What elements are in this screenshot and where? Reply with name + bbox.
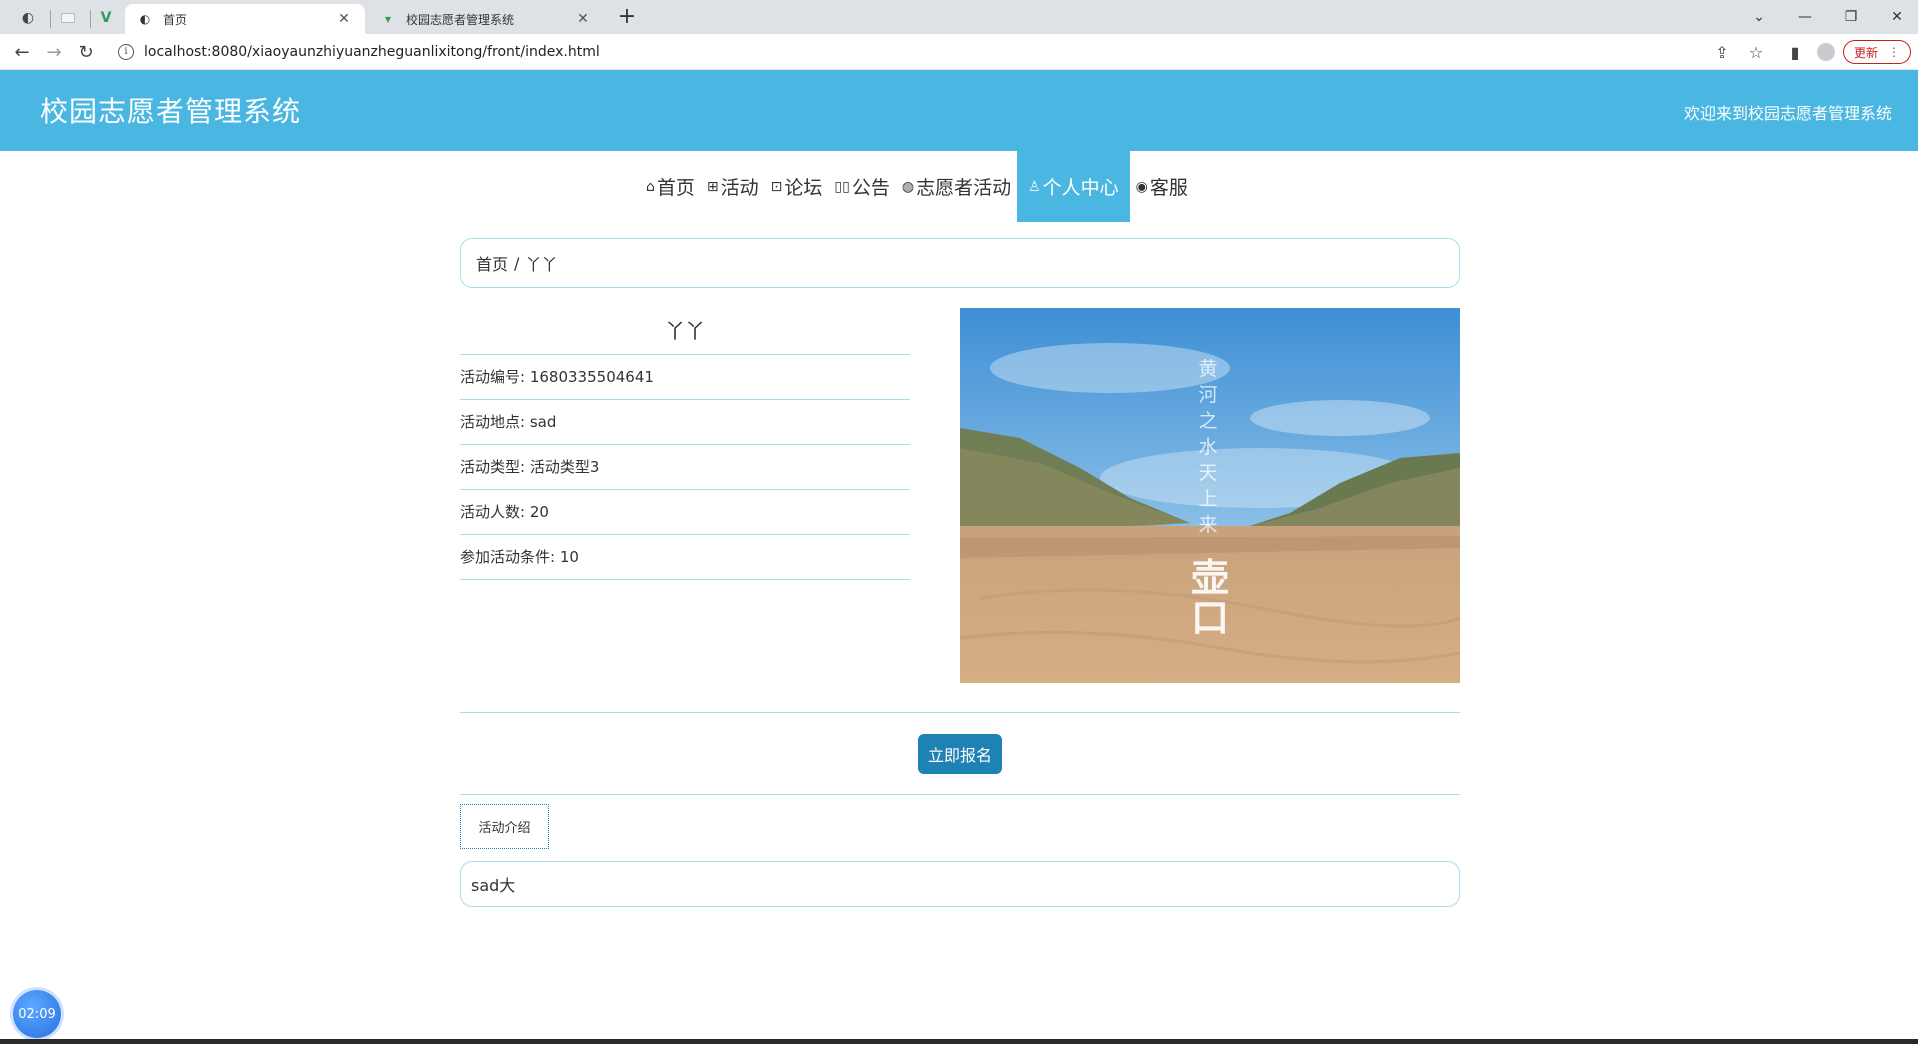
info-row-location: 活动地点: sad <box>460 400 910 445</box>
info-label: 参加活动条件 <box>460 548 551 566</box>
info-row-id: 活动编号: 1680335504641 <box>460 355 910 400</box>
nav-label: 首页 <box>656 177 695 199</box>
pinned-tab-globe-icon[interactable]: ◐ <box>10 5 46 31</box>
activity-info: 丫丫 活动编号: 1680335504641 活动地点: sad 活动类型: 活… <box>460 308 910 580</box>
share-icon[interactable]: ⇪ <box>1710 41 1734 63</box>
main-nav: ⌂ 首页 ⊞ 活动 ⊡ 论坛 ▯▯ 公告 ◍ 志愿者活动 ♙ 个人中心 ◉ 客服 <box>640 151 1194 222</box>
nav-label: 个人中心 <box>1042 177 1119 199</box>
breadcrumb: 首页 / 丫丫 <box>460 238 1460 288</box>
tab-title: 校园志愿者管理系统 <box>406 12 515 27</box>
forward-button[interactable]: → <box>40 39 68 65</box>
info-value: 10 <box>559 548 579 566</box>
activity-name: 丫丫 <box>460 308 910 355</box>
pinned-tab-vue-icon[interactable]: V <box>88 5 124 31</box>
nav-label: 论坛 <box>784 177 823 199</box>
nav-item-activity[interactable]: ⊞ 活动 <box>701 151 765 222</box>
vue-icon: ▾ <box>384 12 392 26</box>
nav-item-notice[interactable]: ▯▯ 公告 <box>828 151 895 222</box>
site-title: 校园志愿者管理系统 <box>40 95 302 128</box>
activity-intro-content: sad大 <box>460 861 1460 907</box>
bookmark-star-icon[interactable]: ☆ <box>1744 41 1768 63</box>
user-icon: ♙ <box>1028 178 1041 195</box>
bottom-bar <box>0 1039 1918 1044</box>
address-bar[interactable]: i localhost:8080/xiaoyaunzhiyuanzheguanl… <box>108 38 1774 66</box>
nav-item-volunteer-activity[interactable]: ◍ 志愿者活动 <box>896 151 1017 222</box>
welcome-text: 欢迎来到校园志愿者管理系统 <box>1683 104 1892 123</box>
close-icon[interactable]: ✕ <box>335 10 353 28</box>
pinned-tab-blank-icon[interactable] <box>50 5 86 31</box>
tab-title: 首页 <box>163 12 188 27</box>
timer-badge[interactable]: 02:09 <box>13 990 61 1038</box>
divider <box>460 794 1460 795</box>
side-panel-icon[interactable]: ▮ <box>1783 41 1807 63</box>
minimize-button[interactable]: — <box>1782 4 1828 30</box>
info-value: 活动类型3 <box>529 458 600 476</box>
info-label: 活动地点 <box>460 413 521 431</box>
notice-icon: ▯▯ <box>834 178 850 195</box>
tab-activity-intro[interactable]: 活动介绍 <box>460 804 549 849</box>
vertical-poem-text: 黄河之水天上来 <box>1198 358 1218 536</box>
info-row-condition: 参加活动条件: 10 <box>460 535 910 580</box>
restore-button[interactable]: ❐ <box>1828 4 1874 30</box>
tab-home[interactable]: ◐ 首页 ✕ <box>125 4 365 34</box>
grid-icon: ⊡ <box>770 178 783 195</box>
info-icon[interactable]: i <box>118 44 134 60</box>
palette-icon: ◍ <box>901 178 915 195</box>
tab-search-icon[interactable]: ⌄ <box>1736 4 1782 30</box>
nav-label: 活动 <box>720 177 759 199</box>
home-icon: ⌂ <box>646 178 655 195</box>
signup-button[interactable]: 立即报名 <box>918 734 1002 774</box>
tab-volunteer-system[interactable]: ▾ 校园志愿者管理系统 ✕ <box>368 4 604 34</box>
update-button[interactable]: 更新 ⋮ <box>1843 40 1911 64</box>
address-text: localhost:8080/xiaoyaunzhiyuanzheguanlix… <box>144 44 600 60</box>
breadcrumb-home[interactable]: 首页 <box>476 251 508 275</box>
update-label: 更新 <box>1853 45 1878 60</box>
info-value: 20 <box>529 503 549 521</box>
info-row-type: 活动类型: 活动类型3 <box>460 445 910 490</box>
browser-toolbar: ← → ↻ i localhost:8080/xiaoyaunzhiyuanzh… <box>0 34 1918 70</box>
info-value: sad <box>529 413 557 431</box>
divider <box>460 712 1460 713</box>
profile-avatar-icon[interactable] <box>1814 41 1838 63</box>
calligraphy-text: 壶口 <box>1190 555 1229 640</box>
nav-item-user-center[interactable]: ♙ 个人中心 <box>1017 151 1130 222</box>
nav-label: 公告 <box>851 177 890 199</box>
new-tab-button[interactable]: + <box>614 6 640 30</box>
info-label: 活动类型 <box>460 458 521 476</box>
nav-label: 志愿者活动 <box>916 177 1012 199</box>
breadcrumb-current: 丫丫 <box>525 255 558 274</box>
back-button[interactable]: ← <box>8 39 36 65</box>
info-row-count: 活动人数: 20 <box>460 490 910 535</box>
nav-item-forum[interactable]: ⊡ 论坛 <box>765 151 829 222</box>
close-icon[interactable]: ✕ <box>574 10 592 28</box>
more-menu-icon: ⋮ <box>1888 45 1900 59</box>
nav-item-service[interactable]: ◉ 客服 <box>1130 151 1194 222</box>
info-label: 活动人数 <box>460 503 521 521</box>
service-icon: ◉ <box>1135 178 1148 195</box>
info-label: 活动编号 <box>460 368 521 386</box>
browser-tab-bar: ◐ V ◐ 首页 ✕ ▾ 校园志愿者管理系统 ✕ + ⌄ — ❐ ✕ <box>0 0 1918 34</box>
reload-button[interactable]: ↻ <box>72 39 100 65</box>
breadcrumb-separator: / <box>514 253 520 273</box>
site-header: 校园志愿者管理系统 欢迎来到校园志愿者管理系统 <box>0 70 1918 151</box>
globe-icon: ◐ <box>139 12 151 26</box>
info-value: 1680335504641 <box>529 368 654 386</box>
nav-label: 客服 <box>1149 177 1188 199</box>
nav-item-home[interactable]: ⌂ 首页 <box>640 151 701 222</box>
window-close-button[interactable]: ✕ <box>1874 4 1918 30</box>
gift-icon: ⊞ <box>706 178 719 195</box>
activity-image: 黄河之水天上来 壶口 <box>960 308 1460 683</box>
